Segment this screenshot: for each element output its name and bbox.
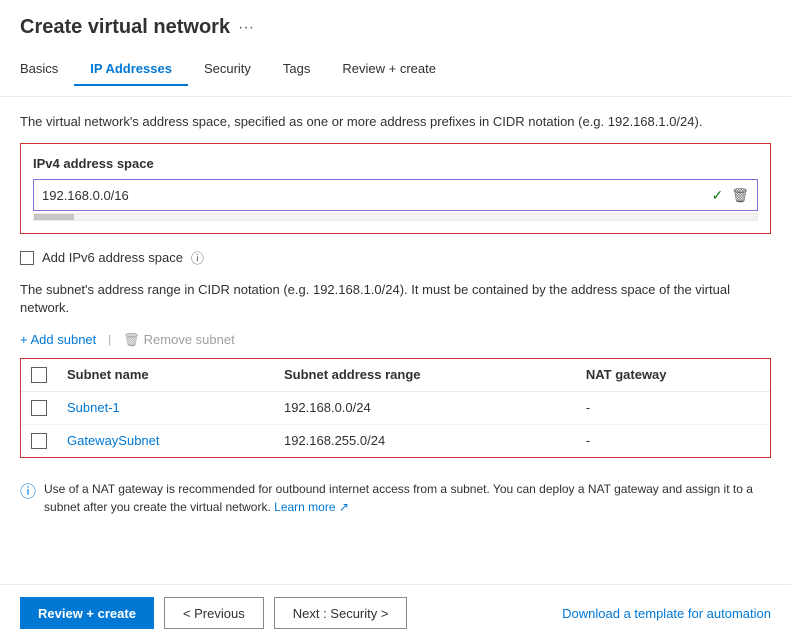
select-all-checkbox[interactable] [31,367,47,383]
remove-subnet-label: Remove subnet [144,332,235,347]
address-scrollbar[interactable] [33,213,758,221]
row1-address-range: 192.168.0.0/24 [274,391,576,424]
ipv4-input-row: ✓ 🗑 [33,179,758,211]
page-header: Create virtual network ··· Basics IP Add… [0,0,791,97]
row2-address-range: 192.168.255.0/24 [274,424,576,457]
table-row: GatewaySubnet 192.168.255.0/24 - [21,424,770,457]
page-title: Create virtual network [20,16,230,39]
col-header-nat-gateway: NAT gateway [576,359,770,392]
learn-more-link[interactable]: Learn more ↗ [274,500,349,514]
row1-checkbox-cell [21,391,57,424]
address-space-description: The virtual network's address space, spe… [20,113,771,131]
row1-nat-gateway: - [576,391,770,424]
action-separator: | [108,334,111,346]
subnet-table: Subnet name Subnet address range NAT gat… [21,359,770,457]
ipv4-address-space-section: IPv4 address space ✓ 🗑 [20,143,771,234]
scrollbar-thumb [34,214,74,220]
add-subnet-button[interactable]: + Add subnet [20,332,96,347]
valid-check-icon: ✓ [711,187,723,204]
info-banner-icon: ⓘ [20,481,36,505]
ipv4-section-label: IPv4 address space [33,156,758,171]
subnet-actions: + Add subnet | 🗑 Remove subnet [20,332,771,348]
delete-address-icon[interactable]: 🗑 [727,183,753,208]
info-banner: ⓘ Use of a NAT gateway is recommended fo… [20,470,771,526]
tab-basics[interactable]: Basics [20,53,74,86]
ipv6-checkbox[interactable] [20,251,34,265]
col-header-address-range: Subnet address range [274,359,576,392]
tab-review-create[interactable]: Review + create [326,53,452,86]
input-icons: ✓ 🗑 [711,183,757,208]
tabs-bar: Basics IP Addresses Security Tags Review… [20,53,771,86]
tab-security[interactable]: Security [188,53,267,86]
row2-checkbox[interactable] [31,433,47,449]
previous-button[interactable]: < Previous [164,597,264,629]
ipv6-checkbox-label: Add IPv6 address space [42,250,183,265]
subnet-table-wrapper: Subnet name Subnet address range NAT gat… [20,358,771,458]
review-create-button[interactable]: Review + create [20,597,154,629]
add-subnet-label: + Add subnet [20,332,96,347]
remove-subnet-icon: 🗑 [123,332,140,348]
table-header-row: Subnet name Subnet address range NAT gat… [21,359,770,392]
subnet-1-link[interactable]: Subnet-1 [67,400,120,415]
row1-subnet-name: Subnet-1 [57,391,274,424]
tab-ip-addresses[interactable]: IP Addresses [74,53,188,86]
download-template-link[interactable]: Download a template for automation [562,606,771,621]
ipv4-address-input[interactable] [34,180,711,210]
next-button[interactable]: Next : Security > [274,597,408,629]
row1-checkbox[interactable] [31,400,47,416]
ipv6-checkbox-row: Add IPv6 address space ⓘ [20,248,771,267]
table-row: Subnet-1 192.168.0.0/24 - [21,391,770,424]
footer: Review + create < Previous Next : Securi… [0,584,791,641]
subnet-description: The subnet's address range in CIDR notat… [20,281,771,317]
remove-subnet-button[interactable]: 🗑 Remove subnet [123,332,235,348]
ellipsis-menu-icon[interactable]: ··· [238,19,254,37]
info-banner-text: Use of a NAT gateway is recommended for … [44,480,771,516]
ipv6-info-icon[interactable]: ⓘ [191,248,204,267]
main-content: The virtual network's address space, spe… [0,97,791,584]
col-header-subnet-name: Subnet name [57,359,274,392]
col-header-checkbox [21,359,57,392]
row2-subnet-name: GatewaySubnet [57,424,274,457]
row2-nat-gateway: - [576,424,770,457]
row2-checkbox-cell [21,424,57,457]
subnet-description-text: The subnet's address range in CIDR notat… [20,282,730,315]
gateway-subnet-link[interactable]: GatewaySubnet [67,433,160,448]
tab-tags[interactable]: Tags [267,53,326,86]
